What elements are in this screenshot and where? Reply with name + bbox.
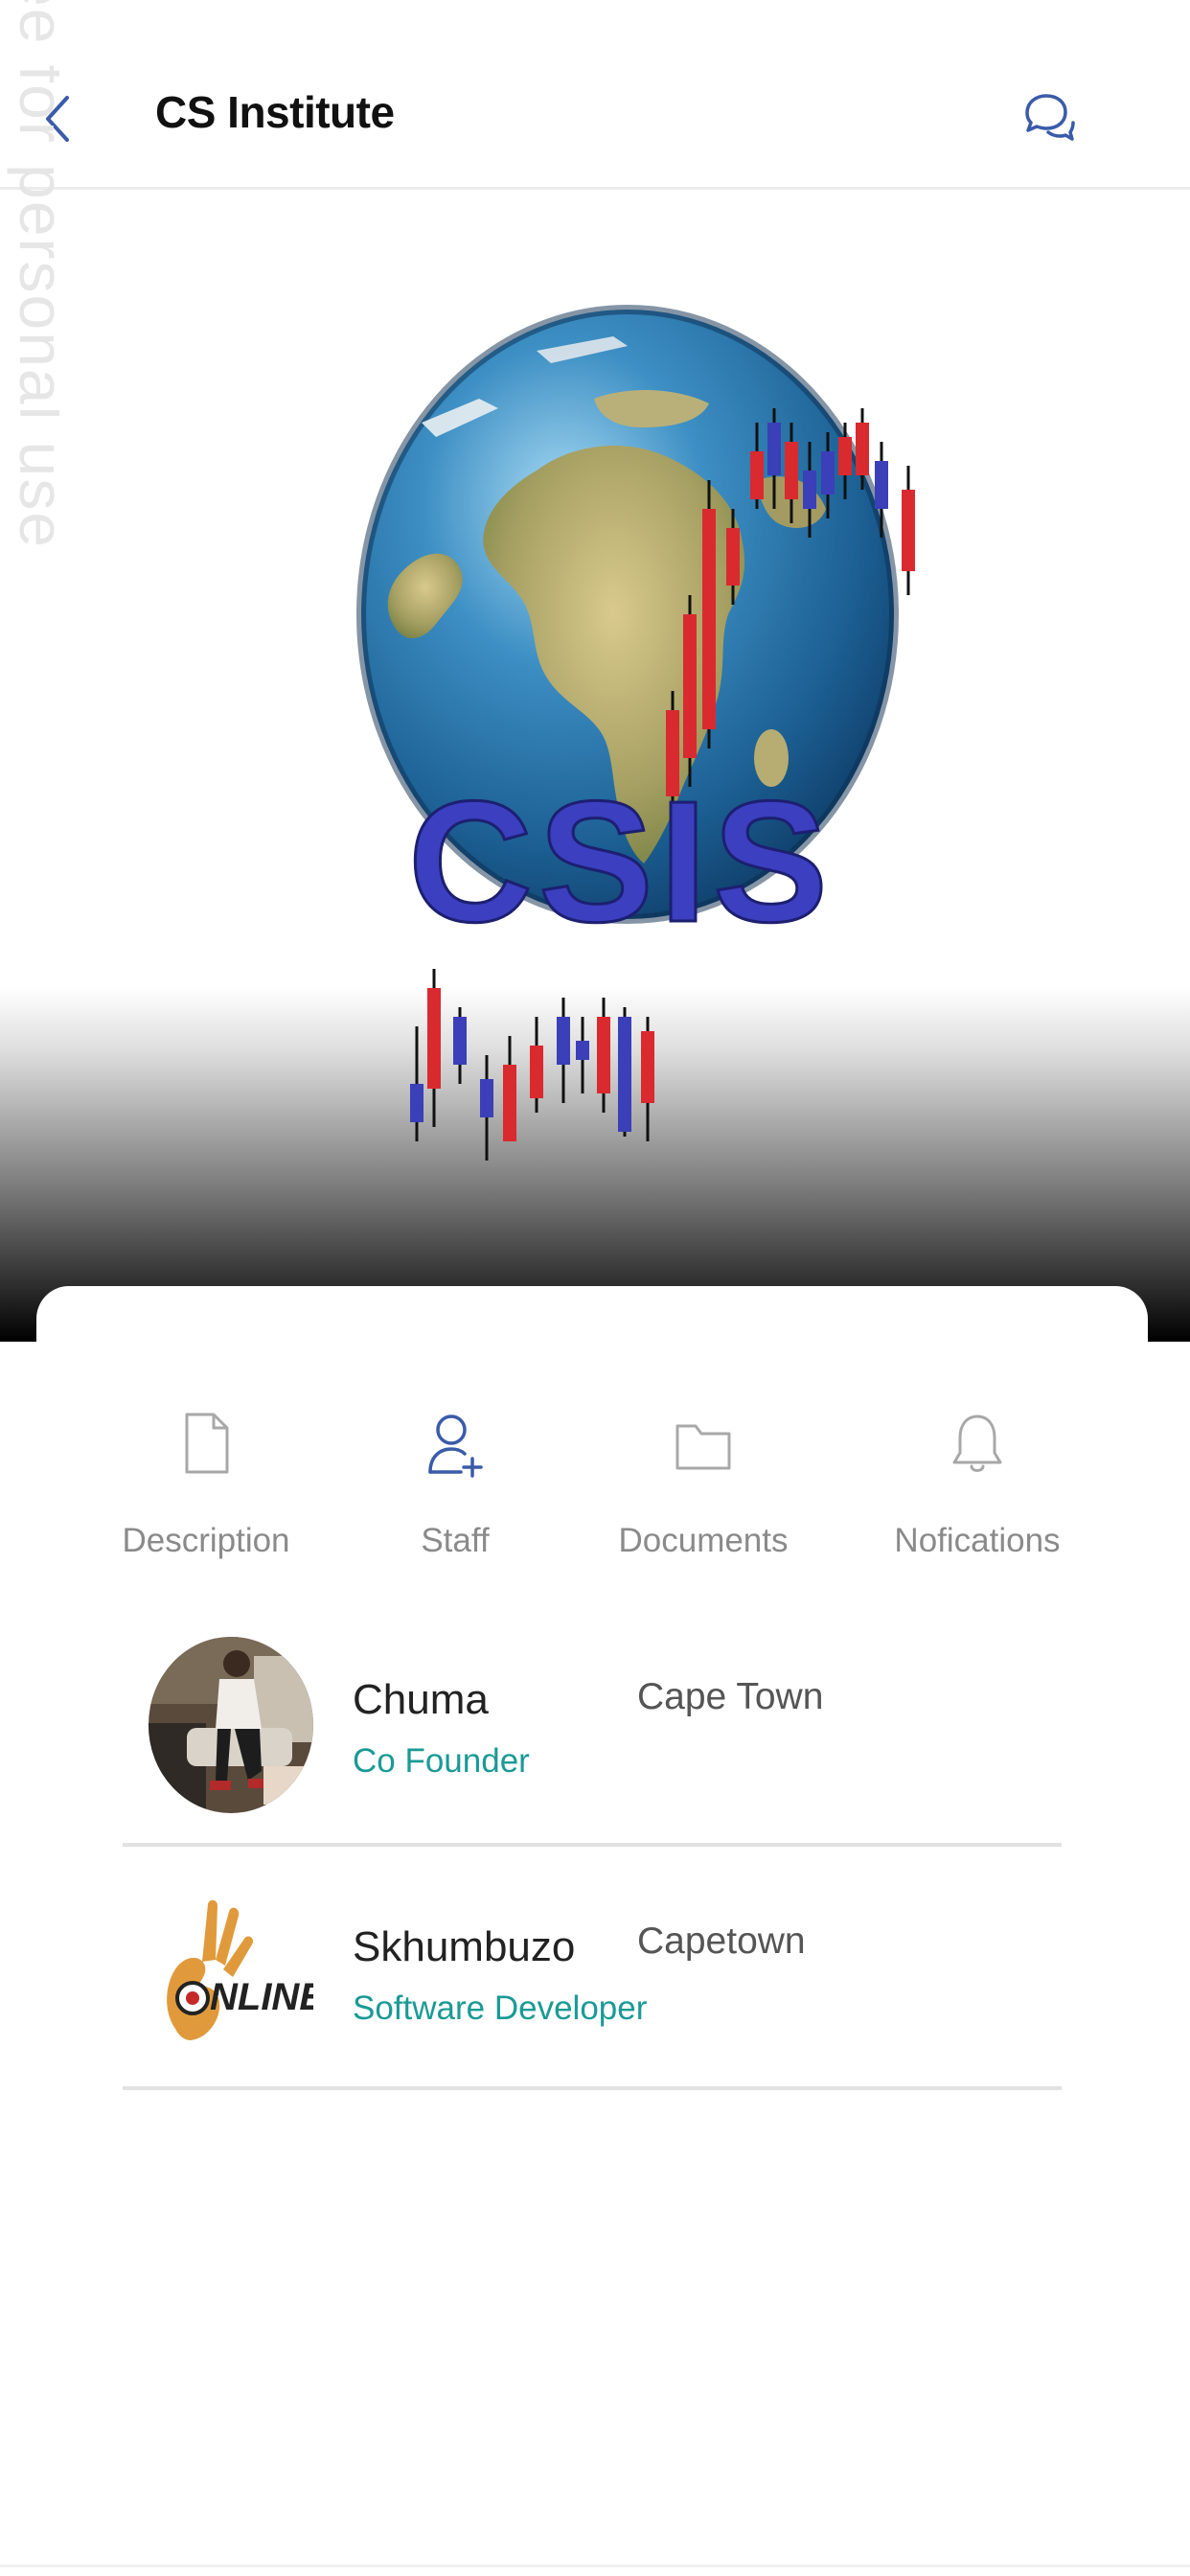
screen: CS Institute ee for personal use — [0, 0, 1190, 2576]
bottom-divider — [0, 2564, 1190, 2567]
document-icon — [185, 1413, 229, 1474]
avatar — [149, 1637, 313, 1813]
logo-text: CSIS — [408, 766, 834, 958]
svg-text:NLINE: NLINE — [210, 1976, 313, 2018]
tab-documents[interactable]: Documents — [579, 1409, 828, 1562]
staff-city: Capetown — [637, 1920, 806, 1962]
tab-staff-label: Staff — [421, 1522, 490, 1559]
tab-notifications-label: Nofications — [894, 1522, 1061, 1559]
staff-list-item[interactable]: NLINE Skhumbuzo Software Developer Capet… — [123, 1847, 1062, 2090]
staff-role: Co Founder — [353, 1742, 530, 1780]
person-photo — [149, 1637, 313, 1813]
page-title: CS Institute — [155, 87, 395, 137]
app-header: CS Institute — [0, 0, 1190, 190]
chat-button[interactable] — [1019, 84, 1077, 150]
bell-icon — [952, 1414, 1002, 1472]
online-logo: NLINE — [149, 1885, 313, 2061]
avatar: NLINE — [149, 1885, 313, 2061]
tab-staff[interactable]: Staff — [331, 1409, 580, 1562]
staff-list-item[interactable]: Chuma Co Founder Cape Town — [123, 1603, 1062, 1847]
chat-bubbles-icon — [1025, 94, 1075, 141]
staff-name: Skhumbuzo — [353, 1923, 576, 1970]
staff-city: Cape Town — [637, 1676, 824, 1717]
tab-description[interactable]: Description — [81, 1409, 331, 1562]
tab-description-label: Description — [122, 1522, 290, 1559]
hero-banner: CSIS — [0, 193, 1190, 1343]
staff-name: Chuma — [353, 1676, 489, 1723]
staff-role: Software Developer — [353, 1990, 648, 2027]
tab-documents-label: Documents — [618, 1522, 789, 1559]
tab-notifications[interactable]: Nofications — [853, 1409, 1102, 1562]
add-user-icon — [428, 1414, 483, 1478]
folder-icon — [675, 1424, 731, 1470]
hero-image: CSIS — [0, 305, 1190, 1343]
